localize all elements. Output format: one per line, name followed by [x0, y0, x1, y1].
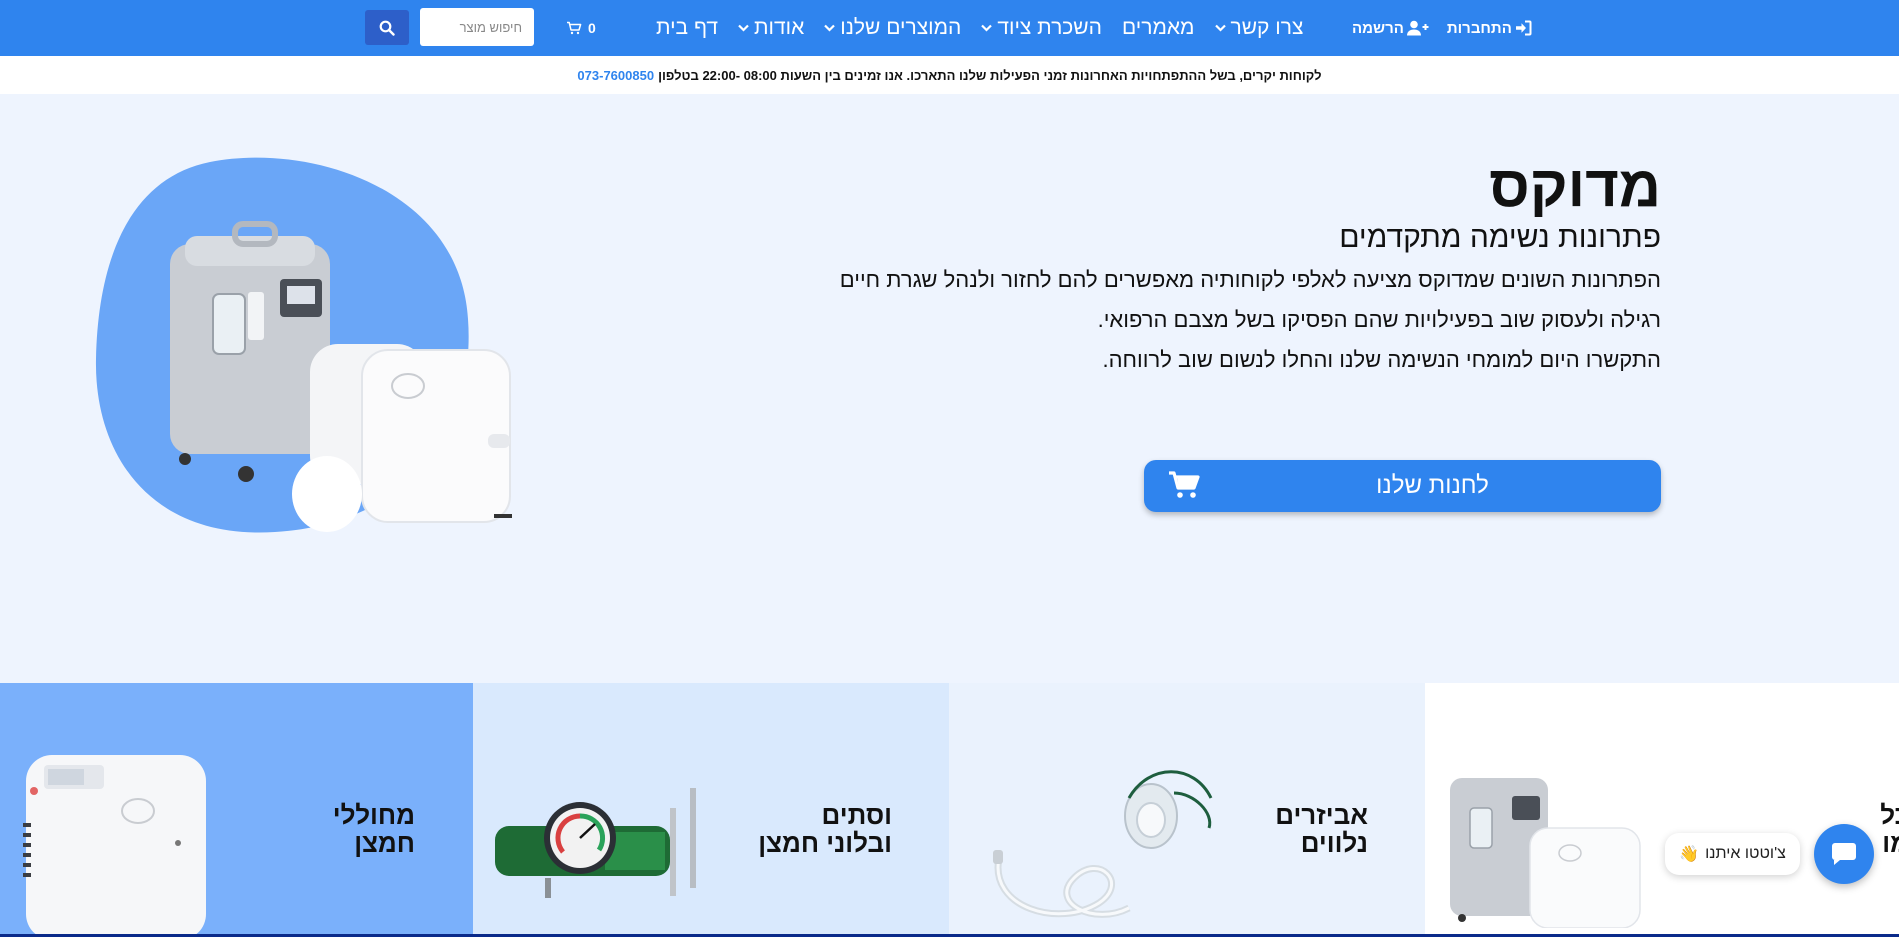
phone-link[interactable]: 073-7600850 [577, 68, 654, 83]
chat-icon [1832, 843, 1856, 865]
oxygen-mask-tubing-image [993, 770, 1213, 918]
category-regulators[interactable]: וסתים ובלוני חמצן [473, 683, 949, 937]
nav-home[interactable]: דף בית [656, 16, 718, 40]
portable-concentrator-image [23, 755, 206, 937]
category-title: כל מו [1880, 801, 1899, 857]
shop-button[interactable]: לחנות שלנו [1144, 460, 1661, 512]
category-strip: מחוללי חמצן וסתים ובלוני חמצן אביזרים נל… [0, 683, 1899, 937]
category-title-line: כל [1880, 800, 1899, 830]
chevron-down-icon [824, 24, 836, 32]
hero-subtitle: פתרונות נשימה מתקדמים [1339, 221, 1661, 254]
category-accessories[interactable]: אביזרים נלווים [949, 683, 1425, 937]
hero-section: מדוקס פתרונות נשימה מתקדמים הפתרונות השו… [0, 94, 1899, 683]
hero-text: מדוקס פתרונות נשימה מתקדמים הפתרונות השו… [761, 156, 1661, 380]
hero-title: מדוקס [1489, 154, 1661, 219]
category-title-line: ובלוני חמצן [758, 828, 892, 858]
chat-launcher-button[interactable] [1814, 824, 1874, 884]
hero-description-line: רגילה ולעסוק שוב בפעילויות שהם הפסיקו בש… [1097, 307, 1661, 332]
announcement-text: לקוחות יקרים, בשל ההתפתחויות האחרונות זמ… [658, 67, 1322, 83]
cart-icon [567, 21, 582, 35]
nav-contact[interactable]: צרו קשר [1214, 16, 1304, 40]
nav-about-label: אודות [754, 16, 805, 39]
nav-products[interactable]: המוצרים שלנו [824, 16, 961, 40]
sign-in-icon [1515, 20, 1532, 36]
user-plus-icon [1406, 20, 1429, 36]
shop-button-label: לחנות שלנו [1376, 472, 1489, 499]
search-button[interactable] [365, 10, 409, 45]
all-products-image [1450, 778, 1641, 928]
nav-articles-label: מאמרים [1121, 16, 1195, 39]
chevron-down-icon [738, 24, 749, 32]
hero-description-line: הפתרונות השונים שמדוקס מציעה לאלפי לקוחו… [839, 267, 1661, 292]
login-link[interactable]: התחברות [1447, 20, 1532, 37]
nav-home-label: דף בית [656, 16, 719, 39]
nav-about[interactable]: אודות [738, 16, 804, 40]
category-title-line: חמצן [354, 828, 415, 858]
category-title-line: מחוללי [332, 800, 415, 830]
category-title: מחוללי חמצן [333, 801, 415, 857]
category-title-line: מו [1882, 828, 1899, 858]
nav-rental-label: השכרת ציוד [997, 16, 1102, 39]
category-title: וסתים ובלוני חמצן [758, 801, 892, 857]
announcement-bar: לקוחות יקרים, בשל ההתפתחויות האחרונות זמ… [0, 56, 1899, 94]
cart-link[interactable]: 0 [566, 17, 596, 39]
category-all-products[interactable]: כל מו [1425, 683, 1899, 937]
hero-description: הפתרונות השונים שמדוקס מציעה לאלפי לקוחו… [811, 260, 1661, 380]
nav-articles[interactable]: מאמרים [1122, 16, 1195, 40]
search-icon [379, 20, 395, 36]
chat-greeting-text: צ'וטטו איתנו [1705, 845, 1786, 862]
nav-products-label: המוצרים שלנו [840, 16, 962, 39]
login-label: התחברות [1446, 19, 1512, 37]
oxygen-regulator-image [495, 788, 696, 898]
category-title-line: נלווים [1300, 828, 1368, 858]
register-link[interactable]: הרשמה [1352, 20, 1429, 37]
category-title-line: אביזרים [1275, 800, 1368, 830]
chevron-down-icon [1214, 24, 1226, 32]
waving-hand-icon: 👋 [1679, 846, 1700, 863]
nav-contact-label: צרו קשר [1230, 16, 1304, 39]
nav-rental[interactable]: השכרת ציוד [981, 16, 1102, 40]
chevron-down-icon [981, 24, 993, 32]
oxygen-concentrator-hero-image [95, 157, 512, 533]
hero-description-line: התקשרו היום למומחי הנשימה שלנו והחלו לנש… [1102, 347, 1662, 372]
search-input[interactable] [420, 8, 534, 46]
main-nav: דף בית אודות המוצרים שלנו השכרת ציוד מאמ… [656, 10, 1303, 46]
register-label: הרשמה [1352, 19, 1404, 37]
top-navbar: 0 דף בית אודות המוצרים שלנו השכרת ציוד מ… [0, 0, 1899, 56]
auth-links: הרשמה התחברות [1352, 15, 1532, 41]
cart-count: 0 [588, 20, 596, 36]
chat-greeting-bubble[interactable]: צ'וטטו איתנו 👋 [1665, 833, 1800, 875]
category-oxygen-concentrators[interactable]: מחוללי חמצן [0, 683, 473, 937]
category-title-line: וסתים [821, 800, 892, 830]
category-title: אביזרים נלווים [1275, 801, 1368, 857]
